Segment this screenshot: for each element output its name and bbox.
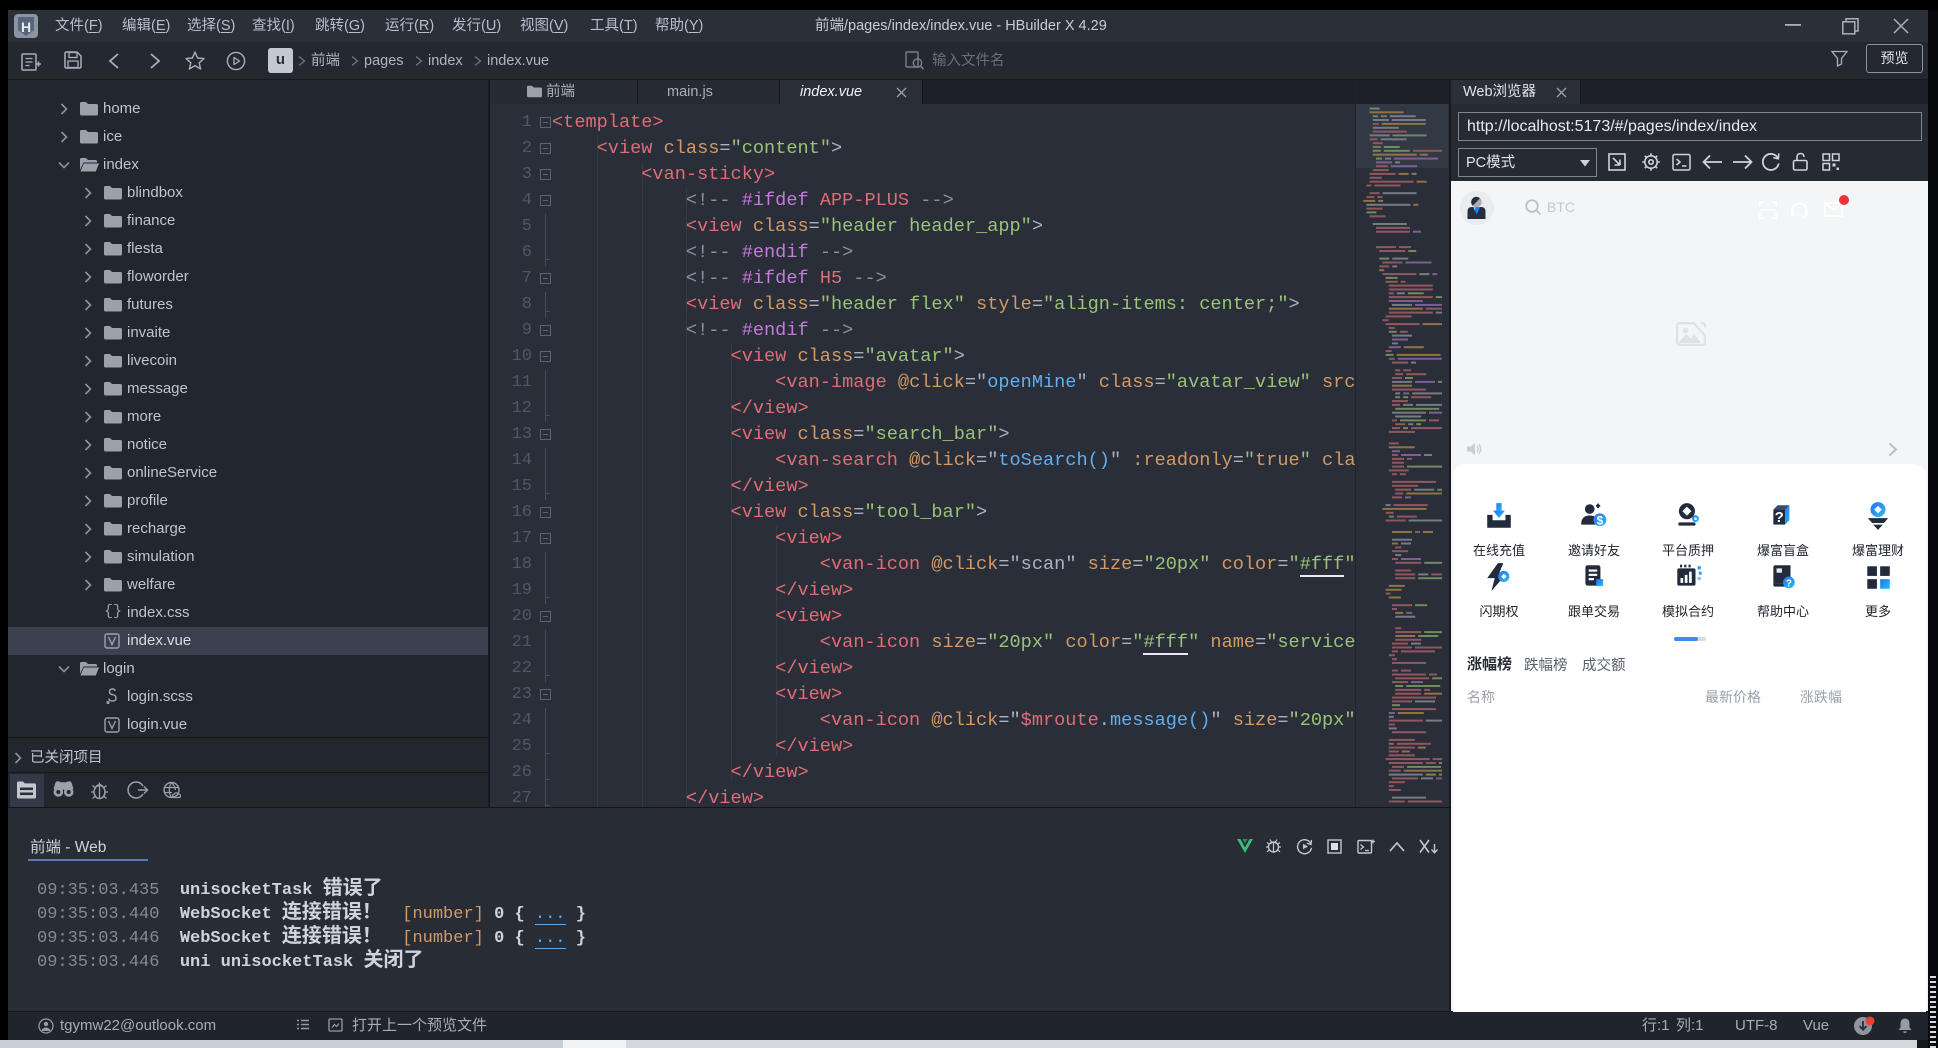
svg-text:H: H	[21, 19, 31, 35]
svg-text:?: ?	[1775, 509, 1784, 526]
svg-text:$: $	[1597, 514, 1604, 527]
svg-text:?: ?	[1786, 579, 1792, 590]
